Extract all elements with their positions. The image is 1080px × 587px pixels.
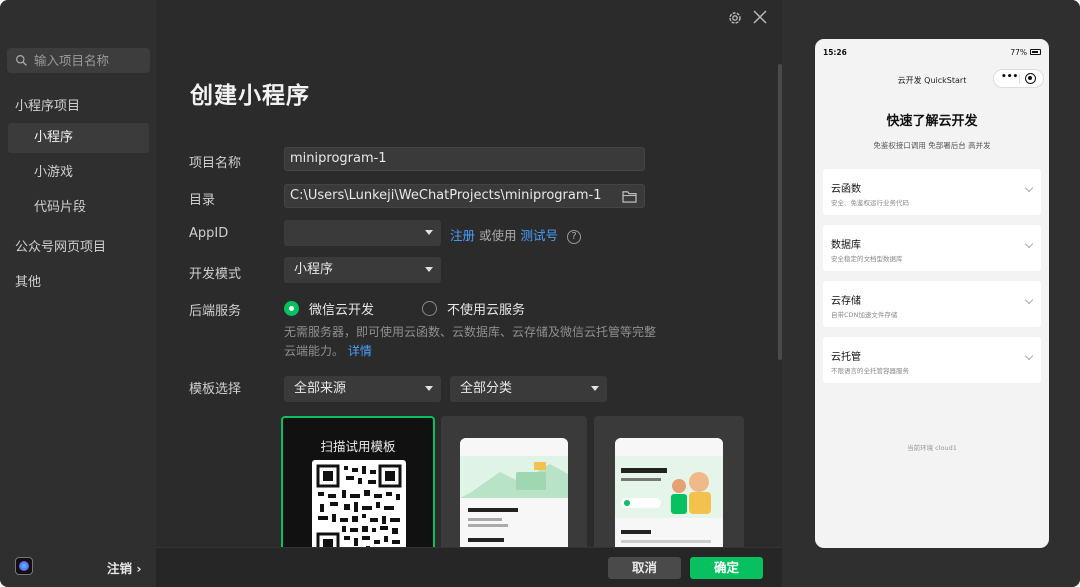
- appid-label: AppID: [189, 226, 229, 241]
- template-card-3[interactable]: [594, 416, 744, 556]
- template-thumbnail-icon: [615, 438, 723, 556]
- preview-panel: 15:26 77% 云开发 QuickStart ••• 快速了解云开发 免鉴权…: [782, 0, 1080, 587]
- template-thumbnail-icon: [460, 438, 568, 556]
- sidebar-item-code-snippet[interactable]: 代码片段: [8, 193, 149, 223]
- page-title: 创建小程序: [190, 83, 310, 109]
- backend-description: 无需服务器，即可使用云函数、云数据库、云存储及微信云托管等完整云端能力。 详情: [284, 323, 664, 361]
- logout-button[interactable]: 注销 ›: [107, 558, 142, 577]
- sidebar: 小程序项目 小程序 小游戏 代码片段 公众号网页项目 其他 注销 ›: [0, 0, 156, 587]
- radio-checked-icon: [284, 301, 299, 316]
- card-title: 云存储: [831, 296, 861, 307]
- template-preview-image: [615, 438, 723, 556]
- footer-bar: 取消 确定: [156, 547, 782, 587]
- qr-code-image: [312, 460, 406, 554]
- search-input[interactable]: [34, 53, 144, 68]
- details-link[interactable]: 详情: [348, 344, 372, 358]
- card-title: 数据库: [831, 240, 861, 251]
- sidebar-item-miniprogram[interactable]: 小程序: [8, 123, 149, 153]
- close-icon[interactable]: [752, 9, 768, 25]
- register-link[interactable]: 注册: [450, 228, 475, 243]
- or-use-text: 或使用: [479, 228, 517, 243]
- dev-mode-value: 小程序: [294, 262, 334, 277]
- template-category-value: 全部分类: [460, 381, 513, 396]
- directory-value: C:\Users\Lunkeji\WeChatProjects\miniprog…: [290, 188, 602, 203]
- card-desc: 安全、免鉴权运行业务代码: [831, 199, 909, 207]
- caret-down-icon: [425, 386, 433, 391]
- folder-icon[interactable]: [622, 190, 637, 203]
- phone-heading: 快速了解云开发: [886, 114, 978, 129]
- appid-links: 注册 或使用 测试号 ?: [450, 225, 581, 244]
- radio-no-cloud-label: 不使用云服务: [447, 303, 526, 318]
- caret-down-icon: [425, 267, 433, 272]
- test-account-link[interactable]: 测试号: [521, 228, 559, 243]
- template-label: 模板选择: [189, 382, 242, 397]
- sidebar-item-minigame[interactable]: 小游戏: [8, 158, 149, 188]
- capsule-menu[interactable]: •••: [993, 69, 1044, 88]
- feature-card-functions[interactable]: 云函数 安全、免鉴权运行业务代码: [823, 169, 1041, 215]
- battery-icon: [1030, 49, 1041, 55]
- radio-no-cloud[interactable]: 不使用云服务: [422, 299, 525, 318]
- qr-code-icon: [316, 464, 402, 554]
- search-box[interactable]: [7, 48, 150, 73]
- current-env: 当前环境 cloud1: [907, 444, 957, 452]
- directory-label: 目录: [189, 193, 216, 208]
- template-card-2[interactable]: [441, 416, 587, 556]
- dev-mode-label: 开发模式: [189, 267, 242, 282]
- feature-card-hosting[interactable]: 云托管 不限语言的全托管容器服务: [823, 337, 1041, 383]
- main-panel: 创建小程序 项目名称 miniprogram-1 目录 C:\Users\Lun…: [156, 0, 782, 587]
- project-name-input[interactable]: miniprogram-1: [284, 147, 645, 171]
- template-category-select[interactable]: 全部分类: [450, 376, 607, 402]
- capsule-divider: [1019, 74, 1020, 84]
- sidebar-section-other[interactable]: 其他: [15, 271, 41, 290]
- search-icon: [16, 55, 27, 66]
- cancel-button[interactable]: 取消: [608, 557, 681, 579]
- project-name-label: 项目名称: [189, 156, 242, 171]
- close-target-icon[interactable]: [1025, 73, 1036, 84]
- avatar[interactable]: [15, 557, 33, 575]
- chevron-down-icon: [1024, 295, 1034, 305]
- help-icon[interactable]: ?: [567, 229, 581, 244]
- template-card-qr[interactable]: 扫描试用模板: [281, 416, 435, 556]
- qr-title: 扫描试用模板: [320, 439, 396, 454]
- card-desc: 自带CDN加速文件存储: [831, 311, 898, 319]
- gear-icon[interactable]: [727, 10, 743, 26]
- status-time: 15:26: [823, 48, 847, 57]
- feature-card-storage[interactable]: 云存储 自带CDN加速文件存储: [823, 281, 1041, 327]
- status-battery: 77%: [1010, 48, 1027, 57]
- phone-subheading: 免鉴权接口调用 免部署后台 高并发: [873, 141, 991, 150]
- appid-select[interactable]: [284, 220, 441, 246]
- directory-input[interactable]: C:\Users\Lunkeji\WeChatProjects\miniprog…: [284, 184, 645, 208]
- backend-description-text: 无需服务器，即可使用云函数、云数据库、云存储及微信云托管等完整云端能力。: [284, 325, 657, 358]
- status-bar: 15:26 77%: [815, 39, 1049, 65]
- chevron-down-icon: [1024, 239, 1034, 249]
- feature-card-database[interactable]: 数据库 安全稳定的文档型数据库: [823, 225, 1041, 271]
- card-desc: 不限语言的全托管容器服务: [831, 367, 909, 375]
- template-source-select[interactable]: 全部来源: [284, 376, 441, 402]
- card-desc: 安全稳定的文档型数据库: [831, 255, 903, 263]
- sidebar-section-miniprogram[interactable]: 小程序项目: [15, 95, 80, 114]
- template-preview-image: [460, 438, 568, 556]
- card-title: 云托管: [831, 352, 861, 363]
- radio-cloud-dev-label: 微信云开发: [309, 303, 375, 318]
- dev-mode-select[interactable]: 小程序: [284, 257, 441, 283]
- chevron-down-icon: [1024, 351, 1034, 361]
- radio-unchecked-icon: [422, 301, 437, 316]
- caret-down-icon: [591, 386, 599, 391]
- create-project-window: 小程序项目 小程序 小游戏 代码片段 公众号网页项目 其他 注销 › 创建小程序…: [0, 0, 1080, 587]
- card-title: 云函数: [831, 184, 861, 195]
- caret-down-icon: [425, 230, 433, 235]
- chevron-down-icon: [1024, 183, 1034, 193]
- template-source-value: 全部来源: [294, 381, 347, 396]
- more-dots-icon[interactable]: •••: [1001, 72, 1018, 82]
- backend-label: 后端服务: [189, 304, 242, 319]
- confirm-button[interactable]: 确定: [690, 557, 763, 579]
- radio-cloud-dev[interactable]: 微信云开发: [284, 299, 374, 318]
- sidebar-section-official-account[interactable]: 公众号网页项目: [15, 236, 106, 255]
- phone-preview: 15:26 77% 云开发 QuickStart ••• 快速了解云开发 免鉴权…: [815, 39, 1049, 548]
